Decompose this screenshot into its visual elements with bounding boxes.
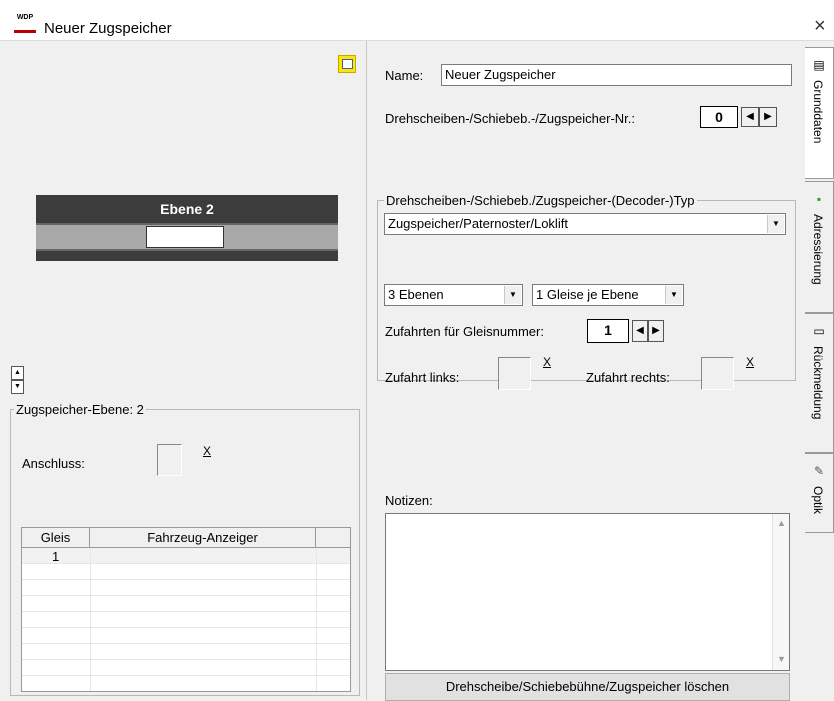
type-select[interactable]: Zugspeicher/Paternoster/Loklift ▼ [384, 213, 786, 235]
ebene-group-title: Zugspeicher-Ebene: 2 [14, 402, 146, 417]
tab-optik[interactable]: ✎ Optik [805, 453, 834, 533]
tab-label: Adressierung [811, 214, 825, 285]
notizen-label: Notizen: [385, 493, 433, 508]
tab-adressierung[interactable]: ▪ Adressierung [805, 181, 834, 313]
nr-decrement-icon[interactable]: ◀ [741, 107, 759, 127]
close-icon[interactable]: × [814, 16, 826, 36]
scroll-down-icon[interactable]: ▼ [777, 654, 786, 664]
nr-increment-icon[interactable]: ▶ [759, 107, 777, 127]
zufahrten-increment-icon[interactable]: ▶ [648, 320, 664, 342]
column-header-fahrzeug-anzeiger[interactable]: Fahrzeug-Anzeiger [90, 528, 316, 548]
table-row-empty [22, 580, 350, 596]
gleise-select[interactable]: 1 Gleise je Ebene ▼ [532, 284, 684, 306]
gleise-select-value: 1 Gleise je Ebene [536, 287, 639, 302]
type-group-title: Drehscheiben-/Schiebeb./Zugspeicher-(Dec… [384, 193, 697, 208]
delete-button[interactable]: Drehscheibe/Schiebebühne/Zugspeicher lös… [385, 673, 790, 701]
chevron-down-icon[interactable]: ▼ [665, 286, 682, 304]
anschluss-clear-icon[interactable]: X [201, 445, 213, 459]
column-header-empty [316, 528, 350, 548]
notizen-scrollbar[interactable]: ▲ ▼ [772, 514, 789, 670]
tab-label: Optik [811, 486, 825, 515]
table-row[interactable]: 1 [22, 548, 350, 564]
spin-down-icon[interactable]: ▼ [11, 380, 24, 394]
tab-rueckmeldung[interactable]: ▭ Rückmeldung [805, 313, 834, 453]
zufahrten-field[interactable]: 1 [587, 319, 629, 343]
spin-up-icon[interactable]: ▲ [11, 366, 24, 380]
notizen-textarea[interactable]: ▲ ▼ [385, 513, 790, 671]
brush-icon: ✎ [813, 464, 825, 478]
name-label: Name: [385, 68, 424, 83]
ebene-track-slot[interactable] [146, 226, 224, 248]
anschluss-label: Anschluss: [22, 456, 85, 471]
app-icon: WDP [14, 14, 36, 33]
table-cell-gleis: 1 [52, 549, 60, 564]
scroll-up-icon[interactable]: ▲ [777, 518, 786, 528]
ebene-header: Ebene 2 [36, 195, 338, 223]
window-title: Neuer Zugspeicher [44, 20, 172, 37]
type-select-value: Zugspeicher/Paternoster/Loklift [388, 216, 568, 231]
zufahrten-decrement-icon[interactable]: ◀ [632, 320, 648, 342]
column-header-gleis[interactable]: Gleis [22, 528, 90, 548]
feedback-icon: ▭ [813, 324, 825, 338]
chevron-down-icon[interactable]: ▼ [504, 286, 521, 304]
ebene-base [36, 251, 338, 261]
zufahrten-label: Zufahrten für Gleisnummer: [385, 324, 544, 339]
table-row-empty [22, 612, 350, 628]
tab-label: Grunddaten [811, 80, 825, 144]
table-row-empty [22, 644, 350, 660]
chevron-down-icon[interactable]: ▼ [767, 215, 784, 233]
anschluss-field[interactable] [157, 444, 182, 476]
edit-icon[interactable] [338, 55, 356, 73]
zufahrt-links-label: Zufahrt links: [385, 370, 460, 385]
gleis-table: Gleis Fahrzeug-Anzeiger 1 [21, 527, 351, 692]
zufahrt-links-clear-icon[interactable]: X [541, 356, 553, 370]
nr-label: Drehscheiben-/Schiebeb.-/Zugspeicher-Nr.… [385, 111, 636, 126]
ebenen-select[interactable]: 3 Ebenen ▼ [384, 284, 523, 306]
ebenen-select-value: 3 Ebenen [388, 287, 444, 302]
tab-label: Rückmeldung [811, 346, 825, 420]
zufahrt-rechts-label: Zufahrt rechts: [586, 370, 670, 385]
table-row-empty [22, 660, 350, 676]
table-row-empty [22, 564, 350, 580]
table-row-empty [22, 628, 350, 644]
table-row-empty [22, 596, 350, 612]
nr-field[interactable]: 0 [700, 106, 738, 128]
tab-grunddaten[interactable]: ▤ Grunddaten [805, 47, 834, 179]
zufahrt-links-field[interactable] [498, 357, 531, 390]
name-input[interactable]: Neuer Zugspeicher [441, 64, 792, 86]
decoder-icon: ▪ [816, 192, 822, 206]
document-icon: ▤ [813, 58, 825, 72]
zufahrt-rechts-clear-icon[interactable]: X [744, 356, 756, 370]
zufahrt-rechts-field[interactable] [701, 357, 734, 390]
